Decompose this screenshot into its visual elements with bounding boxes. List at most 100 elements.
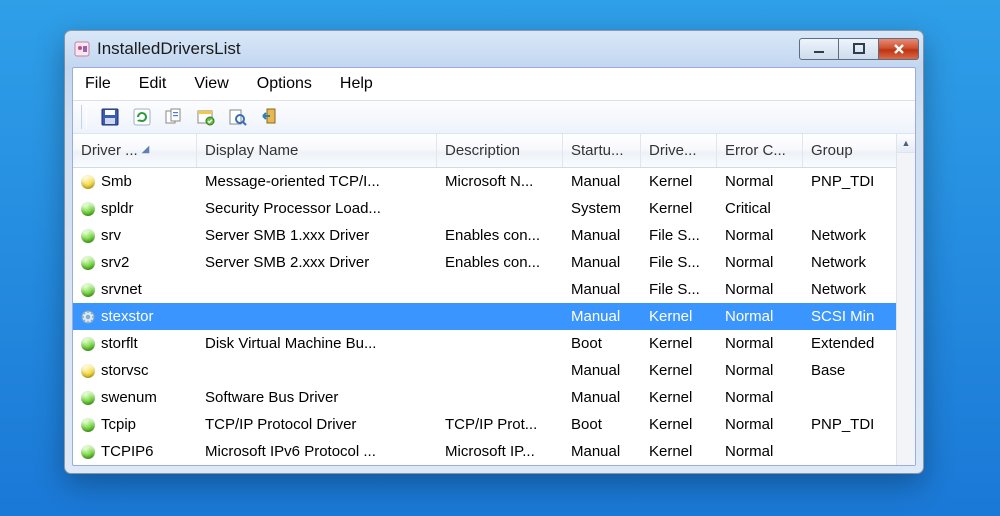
- col-group[interactable]: Group: [803, 134, 895, 167]
- app-icon: [73, 40, 91, 58]
- cell-description: [437, 303, 563, 330]
- col-startup[interactable]: Startu...: [563, 134, 641, 167]
- toolbar-grip: [81, 105, 87, 129]
- col-description[interactable]: Description: [437, 134, 563, 167]
- cell-error-control: Normal: [717, 330, 803, 357]
- cell-driver-type: Kernel: [641, 438, 717, 465]
- cell-startup: Boot: [563, 411, 641, 438]
- status-running-icon: [81, 202, 95, 216]
- column-headers: Driver ... ◢ Display Name Description St…: [73, 134, 915, 168]
- scroll-up-button[interactable]: ▲: [897, 134, 915, 153]
- cell-description: [437, 384, 563, 411]
- save-button[interactable]: [99, 106, 121, 128]
- table-row[interactable]: storfltDisk Virtual Machine Bu...BootKer…: [73, 330, 915, 357]
- vertical-scrollbar[interactable]: ▲: [896, 134, 915, 465]
- table-row[interactable]: TcpipTCP/IP Protocol DriverTCP/IP Prot..…: [73, 411, 915, 438]
- cell-driver-type: Kernel: [641, 303, 717, 330]
- table-row[interactable]: srv2Server SMB 2.xxx DriverEnables con..…: [73, 249, 915, 276]
- table-row[interactable]: storvscManualKernelNormalBase: [73, 357, 915, 384]
- cell-display-name: Security Processor Load...: [197, 195, 437, 222]
- caption-buttons: [799, 38, 919, 60]
- find-button[interactable]: [227, 106, 249, 128]
- table-row[interactable]: srvnet ManualFile S...NormalNetwork: [73, 276, 915, 303]
- cell-driver-type: Kernel: [641, 168, 717, 195]
- menu-view[interactable]: View: [192, 74, 230, 94]
- cell-display-name: Server SMB 1.xxx Driver: [197, 222, 437, 249]
- status-stopped-icon: [81, 364, 95, 378]
- status-running-icon: [81, 445, 95, 459]
- driver-list: Driver ... ◢ Display Name Description St…: [73, 134, 915, 465]
- cell-startup: Manual: [563, 303, 641, 330]
- col-driver-type[interactable]: Drive...: [641, 134, 717, 167]
- col-display-name[interactable]: Display Name: [197, 134, 437, 167]
- table-row[interactable]: spldrSecurity Processor Load...SystemKer…: [73, 195, 915, 222]
- status-gear-icon: [81, 310, 95, 324]
- window-title: InstalledDriversList: [97, 39, 799, 59]
- cell-error-control: Normal: [717, 438, 803, 465]
- cell-driver-name: srvnet: [101, 282, 142, 297]
- cell-startup: Manual: [563, 168, 641, 195]
- exit-button[interactable]: [259, 106, 281, 128]
- app-window: InstalledDriversList File Edit View Opti…: [64, 30, 924, 474]
- menu-help[interactable]: Help: [338, 74, 375, 94]
- chevron-up-icon: ▲: [902, 138, 911, 148]
- cell-error-control: Critical: [717, 195, 803, 222]
- cell-display-name: Server SMB 2.xxx Driver: [197, 249, 437, 276]
- col-error-control[interactable]: Error C...: [717, 134, 803, 167]
- maximize-button[interactable]: [839, 38, 879, 60]
- status-running-icon: [81, 229, 95, 243]
- close-button[interactable]: [879, 38, 919, 60]
- cell-driver-type: File S...: [641, 276, 717, 303]
- cell-startup: Manual: [563, 276, 641, 303]
- cell-display-name: [197, 276, 437, 303]
- col-driver-name[interactable]: Driver ... ◢: [73, 134, 197, 167]
- cell-startup: Boot: [563, 330, 641, 357]
- cell-startup: Manual: [563, 384, 641, 411]
- minimize-button[interactable]: [799, 38, 839, 60]
- status-running-icon: [81, 418, 95, 432]
- cell-error-control: Normal: [717, 276, 803, 303]
- toolbar: [73, 101, 915, 134]
- cell-display-name: Message-oriented TCP/I...: [197, 168, 437, 195]
- rows-container: SmbMessage-oriented TCP/I...Microsoft N.…: [73, 168, 915, 465]
- cell-group: PNP_TDI: [803, 411, 895, 438]
- properties-button[interactable]: [195, 106, 217, 128]
- cell-error-control: Normal: [717, 168, 803, 195]
- exit-icon: [261, 108, 279, 126]
- find-icon: [229, 108, 247, 126]
- minimize-icon: [813, 43, 825, 55]
- cell-driver-name: Tcpip: [101, 417, 136, 432]
- cell-startup: System: [563, 195, 641, 222]
- save-icon: [101, 108, 119, 126]
- table-row[interactable]: TCPIP6Microsoft IPv6 Protocol ...Microso…: [73, 438, 915, 465]
- cell-error-control: Normal: [717, 411, 803, 438]
- cell-driver-type: File S...: [641, 249, 717, 276]
- cell-group: Network: [803, 249, 895, 276]
- menu-options[interactable]: Options: [255, 74, 314, 94]
- titlebar[interactable]: InstalledDriversList: [65, 31, 923, 67]
- refresh-button[interactable]: [131, 106, 153, 128]
- cell-group: Base: [803, 357, 895, 384]
- cell-startup: Manual: [563, 222, 641, 249]
- cell-driver-type: Kernel: [641, 357, 717, 384]
- cell-group: PNP_TDI: [803, 168, 895, 195]
- copy-button[interactable]: [163, 106, 185, 128]
- cell-group: Network: [803, 222, 895, 249]
- cell-description: [437, 195, 563, 222]
- table-row[interactable]: srvServer SMB 1.xxx DriverEnables con...…: [73, 222, 915, 249]
- maximize-icon: [853, 43, 865, 55]
- cell-group: Network: [803, 276, 895, 303]
- table-row[interactable]: swenumSoftware Bus DriverManualKernelNor…: [73, 384, 915, 411]
- cell-error-control: Normal: [717, 357, 803, 384]
- status-running-icon: [81, 283, 95, 297]
- cell-display-name: TCP/IP Protocol Driver: [197, 411, 437, 438]
- cell-driver-name: storvsc: [101, 363, 149, 378]
- cell-driver-name: storflt: [101, 336, 138, 351]
- cell-error-control: Normal: [717, 384, 803, 411]
- cell-driver-type: Kernel: [641, 330, 717, 357]
- menu-file[interactable]: File: [83, 74, 113, 94]
- table-row[interactable]: SmbMessage-oriented TCP/I...Microsoft N.…: [73, 168, 915, 195]
- table-row[interactable]: stexstorManualKernelNormalSCSI Min: [73, 303, 915, 330]
- menu-edit[interactable]: Edit: [137, 74, 169, 94]
- cell-display-name: [197, 303, 437, 330]
